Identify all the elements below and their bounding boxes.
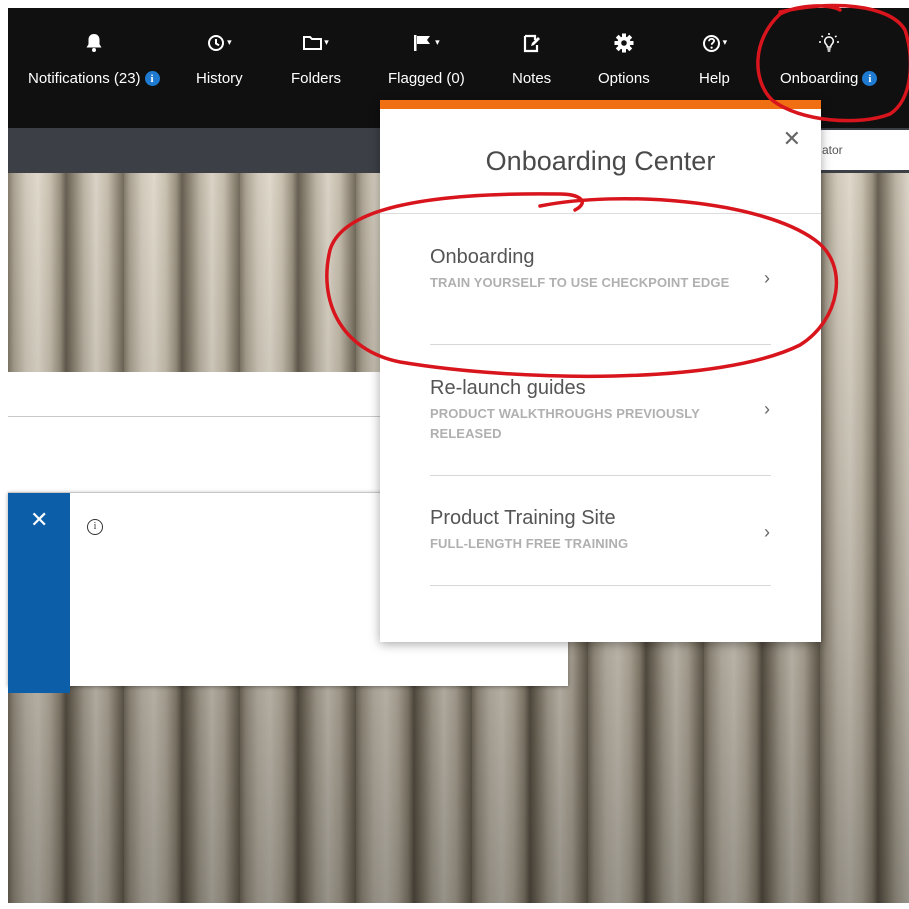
nav-help-label: Help [699,70,730,87]
menu-item-subtitle: FULL-LENGTH FREE TRAINING [430,536,629,551]
nav-options[interactable]: Options [598,28,650,108]
chevron-down-icon: ▾ [227,36,232,47]
popup-accent-bar [380,100,821,109]
lightbulb-icon [818,33,839,52]
gear-icon [614,33,634,53]
menu-item-subtitle: PRODUCT WALKTHROUGHS PREVIOUSLY RELEASED [430,406,700,441]
nav-notes[interactable]: Notes [512,28,551,108]
note-icon [523,34,540,52]
question-icon [702,34,720,52]
chevron-right-icon: › [764,522,770,542]
nav-onboarding[interactable]: Onboarding i [780,28,878,108]
info-icon: i [144,71,160,86]
flag-icon [414,35,431,51]
nav-history-label: History [196,70,243,87]
menu-item-title: Re-launch guides [430,377,586,399]
onboarding-center-popup: ✕ Onboarding Center Onboarding TRAIN YOU… [380,100,821,642]
nav-folders-label: Folders [291,70,342,87]
search-input[interactable]: ator [818,130,909,170]
nav-notifications[interactable]: Notifications (23) i [28,28,160,108]
menu-item-title: Onboarding [430,246,535,268]
info-icon: i [862,71,878,86]
menu-item-title: Product Training Site [430,507,616,529]
menu-item-onboarding[interactable]: Onboarding TRAIN YOURSELF TO USE CHECKPO… [430,246,770,293]
nav-options-label: Options [598,70,650,87]
menu-divider [430,475,771,476]
nav-onboarding-label: Onboarding [780,70,859,87]
menu-divider [430,344,771,345]
chevron-down-icon: ▾ [435,36,440,47]
chevron-down-icon: ▾ [324,36,329,47]
menu-item-relaunch-guides[interactable]: Re-launch guides PRODUCT WALKTHROUGHS PR… [430,377,770,444]
menu-item-product-training-site[interactable]: Product Training Site FULL-LENGTH FREE T… [430,507,770,554]
popup-divider [380,213,821,214]
notice-accent-strip: ✕ [8,493,70,693]
clock-icon [208,35,225,51]
menu-divider [430,585,771,586]
menu-item-subtitle: TRAIN YOURSELF TO USE CHECKPOINT EDGE [430,275,730,290]
popup-title: Onboarding Center [485,146,716,176]
chevron-right-icon: › [764,268,770,288]
search-input-text: ator [822,143,843,157]
nav-notifications-label: Notifications (23) [28,70,141,87]
nav-folders[interactable]: ▾ Folders [291,28,341,108]
nav-flagged[interactable]: ▾ Flagged (0) [388,28,465,108]
nav-notes-label: Notes [512,70,552,87]
chevron-right-icon: › [764,399,770,419]
chevron-down-icon: ▾ [722,36,728,47]
close-icon[interactable]: ✕ [30,507,48,533]
nav-help[interactable]: ▾ Help [699,28,730,108]
bell-icon [86,34,102,52]
nav-history[interactable]: ▾ History [196,28,243,108]
folder-icon [303,36,323,50]
info-circle-icon: i [87,519,103,535]
nav-flagged-label: Flagged (0) [388,70,465,87]
